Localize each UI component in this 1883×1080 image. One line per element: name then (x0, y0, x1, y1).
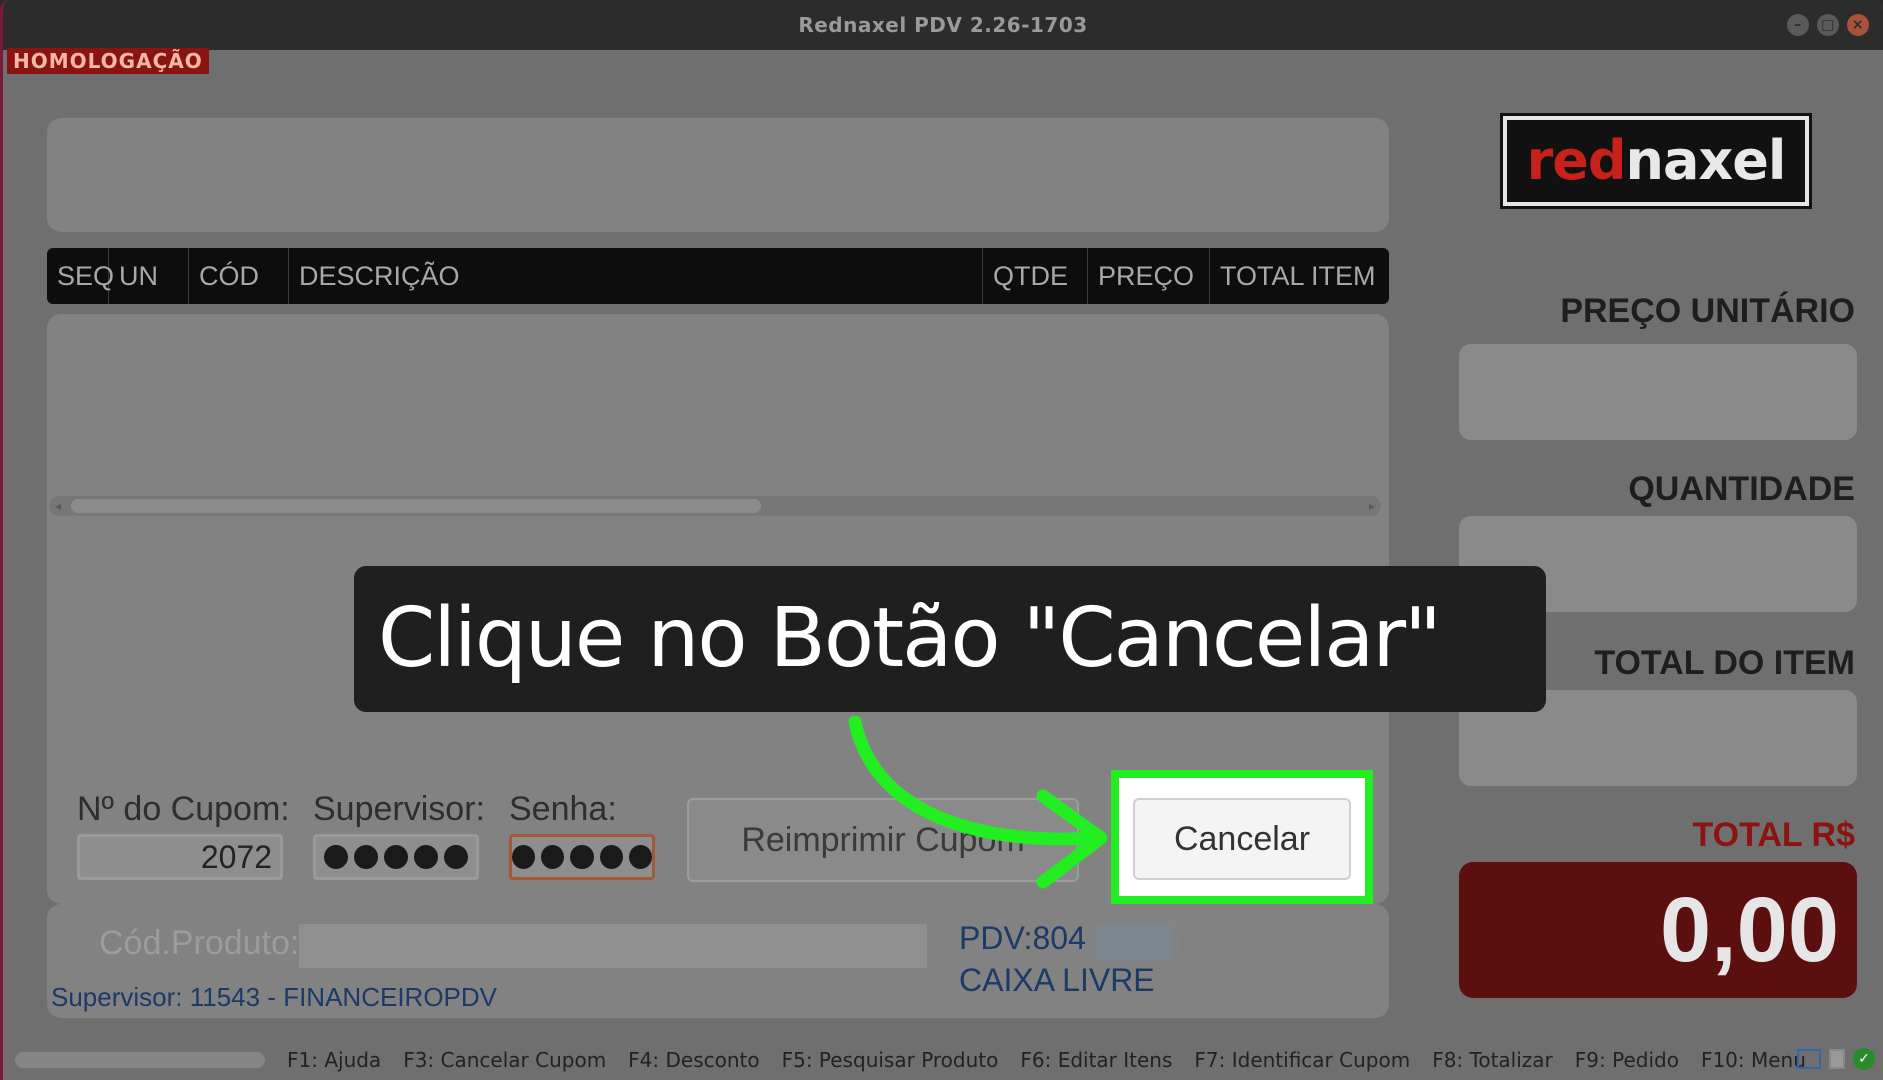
status-bar: F1: Ajuda F3: Cancelar Cupom F4: Descont… (3, 1040, 1883, 1080)
total-value: 0,00 (1459, 862, 1857, 998)
horizontal-scrollbar[interactable]: ◂ ▸ (49, 496, 1381, 516)
document-icon (1829, 1049, 1845, 1069)
column-header-seq[interactable]: SEQ (47, 248, 114, 304)
column-header-descricao[interactable]: DESCRIÇÃO (289, 248, 983, 304)
unit-price-display (1459, 344, 1857, 440)
pdv-window: Rednaxel PDV 2.26-1703 – □ × HOMOLOGAÇÃO… (0, 0, 1883, 1080)
title-bar: Rednaxel PDV 2.26-1703 – □ × (3, 0, 1883, 50)
column-header-un[interactable]: UN (109, 248, 189, 304)
masked-value (512, 837, 653, 877)
supervisor-info: Supervisor: 11543 - FINANCEIROPDV (51, 982, 497, 1012)
environment-badge: HOMOLOGAÇÃO (7, 48, 209, 74)
scroll-right-icon[interactable]: ▸ (1369, 496, 1375, 516)
status-icons: ✓ (1797, 1048, 1875, 1070)
window-title: Rednaxel PDV 2.26-1703 (798, 13, 1088, 37)
close-icon[interactable]: × (1847, 14, 1869, 36)
maximize-icon[interactable]: □ (1817, 14, 1839, 36)
column-header-total-item[interactable]: TOTAL ITEM (1210, 248, 1389, 304)
unit-price-label: PREÇO UNITÁRIO (1560, 292, 1855, 330)
password-field[interactable] (509, 834, 655, 880)
shortcut-f9[interactable]: F9: Pedido (1575, 1048, 1679, 1072)
shortcut-f5[interactable]: F5: Pesquisar Produto (782, 1048, 999, 1072)
coupon-number-field[interactable]: 2072 (77, 834, 283, 880)
product-code-label: Cód.Produto: (99, 924, 300, 962)
register-status: CAIXA LIVRE (959, 962, 1155, 998)
shortcut-f8[interactable]: F8: Totalizar (1432, 1048, 1553, 1072)
shortcut-f3[interactable]: F3: Cancelar Cupom (403, 1048, 606, 1072)
cancel-button[interactable]: Cancelar (1133, 798, 1351, 880)
status-progress-bar (15, 1052, 265, 1068)
coupon-number-label: Nº do Cupom: (77, 790, 290, 828)
minimize-icon[interactable]: – (1787, 14, 1809, 36)
total-label: TOTAL R$ (1692, 816, 1855, 854)
pointer-arrow-icon (848, 716, 1108, 889)
product-code-input[interactable] (299, 924, 927, 968)
column-header-qtde[interactable]: QTDE (983, 248, 1088, 304)
check-icon: ✓ (1853, 1048, 1875, 1070)
scroll-left-icon[interactable]: ◂ (55, 496, 61, 516)
shortcut-f6[interactable]: F6: Editar Itens (1020, 1048, 1172, 1072)
shortcut-f7[interactable]: F7: Identificar Cupom (1194, 1048, 1410, 1072)
window-icon (1797, 1049, 1821, 1069)
supervisor-label: Supervisor: (313, 790, 485, 828)
instruction-callout: Clique no Botão "Cancelar" (354, 566, 1546, 712)
password-label: Senha: (509, 790, 617, 828)
redacted-value (1095, 924, 1175, 960)
scrollbar-thumb[interactable] (71, 499, 761, 513)
rednaxel-logo: rednaxel (1500, 113, 1812, 209)
column-header-preco[interactable]: PREÇO (1088, 248, 1210, 304)
masked-value (316, 837, 476, 877)
pdv-number: PDV:804 (959, 920, 1086, 956)
supervisor-field[interactable] (313, 834, 479, 880)
shortcut-f4[interactable]: F4: Desconto (628, 1048, 759, 1072)
item-total-label: TOTAL DO ITEM (1594, 644, 1855, 682)
shortcut-f1[interactable]: F1: Ajuda (287, 1048, 381, 1072)
window-controls: – □ × (1787, 14, 1869, 36)
quantity-label: QUANTIDADE (1628, 470, 1855, 508)
product-display-panel (47, 118, 1389, 232)
column-header-cod[interactable]: CÓD (189, 248, 289, 304)
items-grid-header: SEQ UN CÓD DESCRIÇÃO QTDE PREÇO TOTAL IT… (47, 248, 1389, 304)
shortcut-f10[interactable]: F10: Menu (1701, 1048, 1806, 1072)
